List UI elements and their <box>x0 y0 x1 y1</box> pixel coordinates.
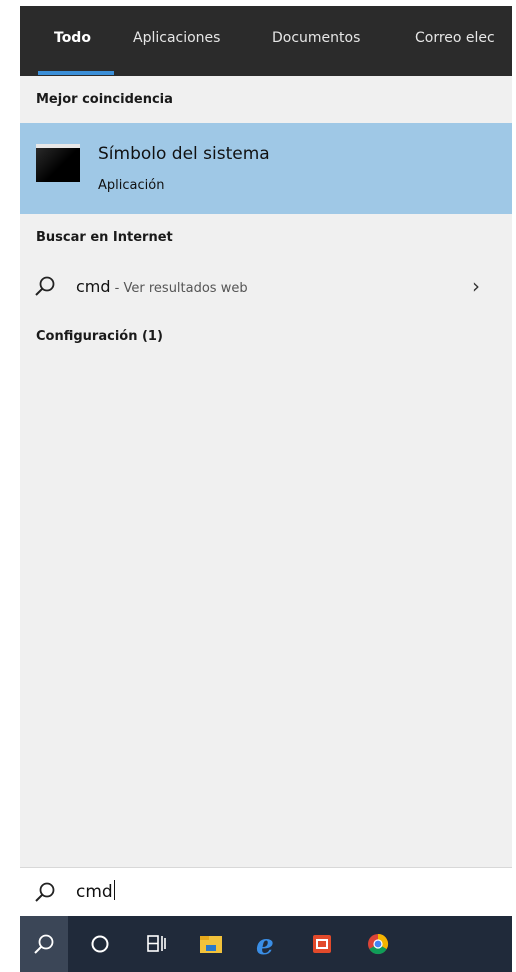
command-prompt-icon <box>36 144 80 182</box>
edge-icon: e <box>256 932 274 958</box>
search-icon <box>34 934 54 954</box>
taskbar-cortana-button[interactable] <box>76 916 124 972</box>
search-input-value: cmd <box>76 882 113 902</box>
taskbar-task-view-button[interactable] <box>132 916 180 972</box>
best-match-header: Mejor coincidencia <box>36 92 173 107</box>
office-icon <box>313 935 331 953</box>
screen: Todo Aplicaciones Documentos Correo elec… <box>0 0 516 972</box>
search-tab-bar: Todo Aplicaciones Documentos Correo elec <box>20 6 512 76</box>
search-icon <box>35 882 55 902</box>
best-match-title: Símbolo del sistema <box>98 144 270 164</box>
active-tab-indicator <box>38 71 114 75</box>
svg-text:e: e <box>256 932 274 958</box>
tab-todo[interactable]: Todo <box>54 30 91 46</box>
best-match-item[interactable]: Símbolo del sistema Aplicación <box>20 123 512 214</box>
tab-documentos[interactable]: Documentos <box>272 30 360 46</box>
search-input[interactable]: cmd <box>76 880 115 902</box>
file-explorer-icon <box>200 936 222 953</box>
tab-correo[interactable]: Correo elec <box>415 30 495 46</box>
search-icon <box>35 276 55 296</box>
search-input-box[interactable]: cmd <box>20 867 512 916</box>
taskbar: e <box>20 916 512 972</box>
taskbar-file-explorer-button[interactable] <box>186 916 234 972</box>
text-caret <box>113 880 115 900</box>
task-view-icon <box>147 935 166 952</box>
chevron-right-icon[interactable]: › <box>472 274 480 298</box>
web-query-text: cmd <box>76 277 111 296</box>
web-query-suffix: - Ver resultados web <box>110 281 248 296</box>
cortana-icon <box>91 935 109 953</box>
web-search-query: cmd - Ver resultados web <box>76 277 248 296</box>
tab-aplicaciones[interactable]: Aplicaciones <box>133 30 220 46</box>
best-match-subtitle: Aplicación <box>98 178 165 193</box>
web-search-header: Buscar en Internet <box>36 230 173 245</box>
taskbar-chrome-button[interactable] <box>354 916 402 972</box>
taskbar-search-button[interactable] <box>20 916 68 972</box>
web-search-result[interactable]: cmd - Ver resultados web › <box>20 264 512 308</box>
taskbar-edge-button[interactable]: e <box>242 916 290 972</box>
taskbar-office-button[interactable] <box>298 916 346 972</box>
settings-header[interactable]: Configuración (1) <box>36 329 163 344</box>
start-search-panel: Todo Aplicaciones Documentos Correo elec… <box>20 6 512 972</box>
chrome-icon <box>368 933 389 955</box>
